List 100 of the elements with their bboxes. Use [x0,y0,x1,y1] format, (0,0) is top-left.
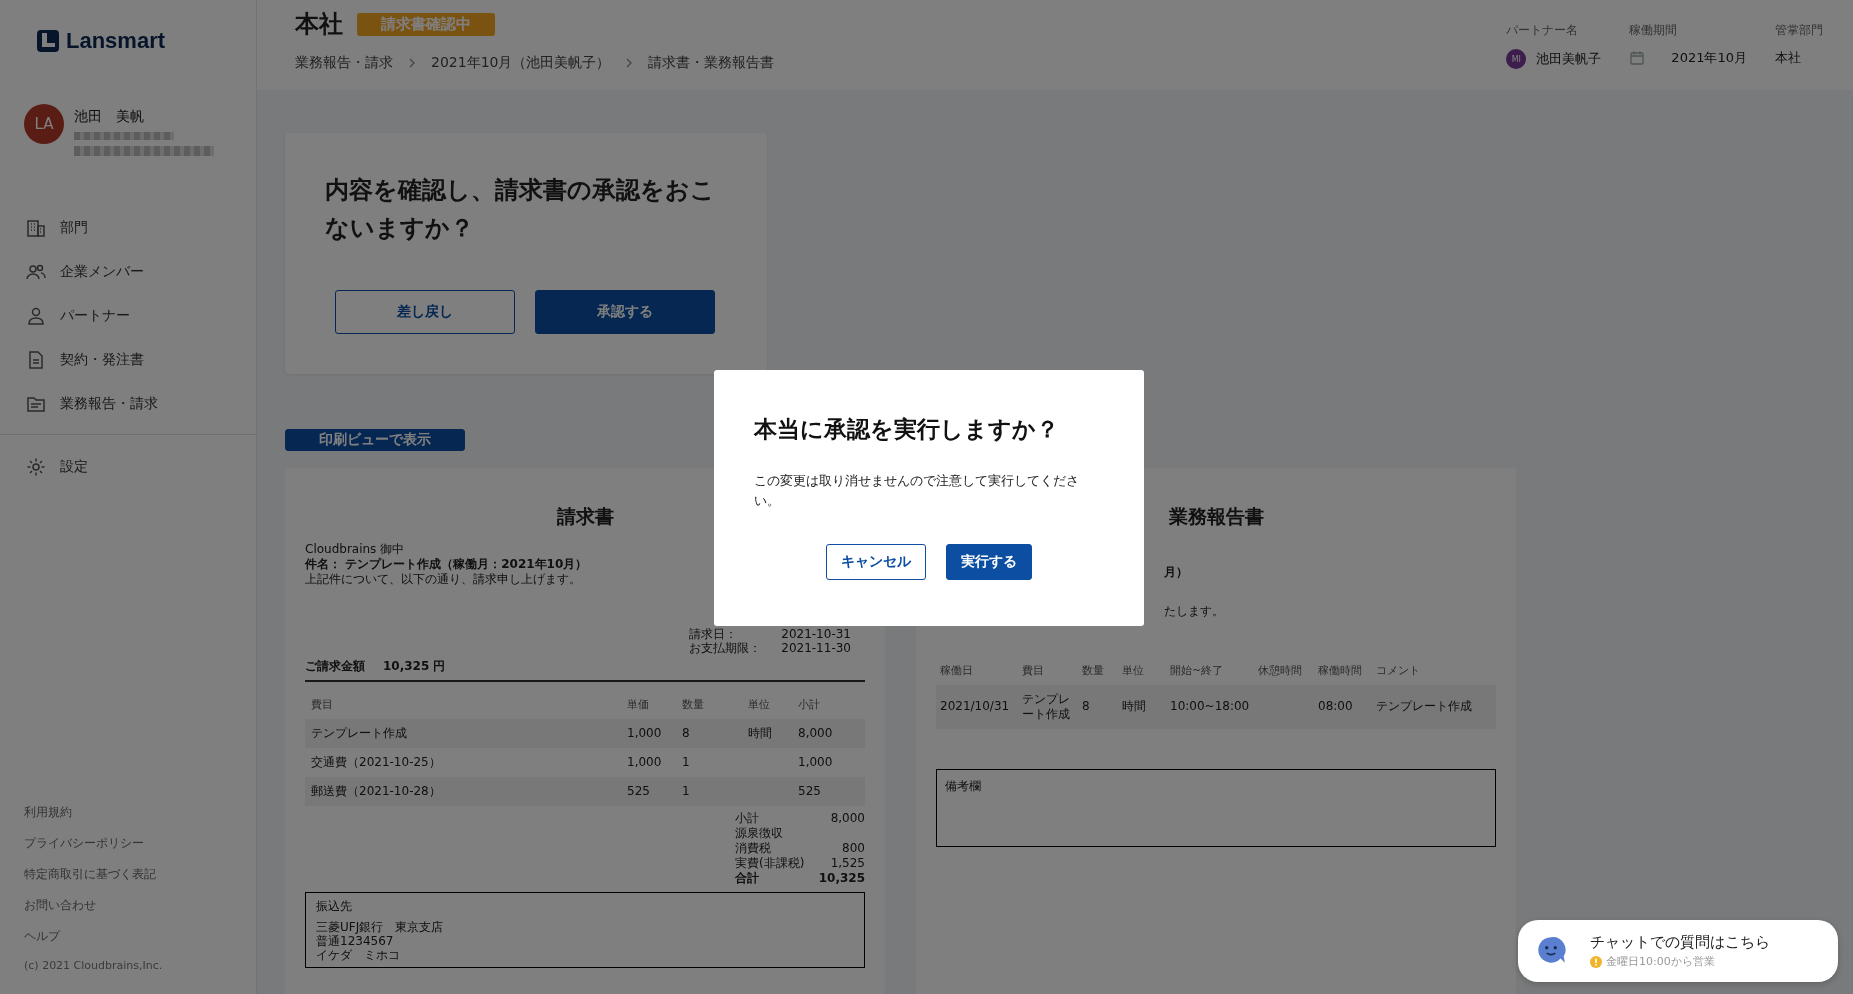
table-cell: 郵送費（2021-10-28） [311,783,441,798]
chat-title: チャットでの質問はこちら [1590,933,1770,952]
table-cell: 1,000 [627,754,662,769]
calendar-icon [1629,50,1646,66]
column-header: 単位 [1121,662,1145,678]
column-header: 数量 [681,696,705,712]
summary-label: 源泉徴収 [735,825,783,841]
user-avatar: LA [24,104,64,144]
approve-button[interactable]: 承認する [535,289,715,334]
table-cell: 8 [1082,699,1090,714]
copyright-text: (c) 2021 Cloudbrains,Inc. [24,959,164,972]
summary-label: 実費(非課税) [735,855,805,871]
meta-label: お支払期限： [689,640,763,655]
meta-value: 2021-10-31 [781,626,851,641]
nav-item[interactable]: 部門 [0,206,256,250]
chat-widget[interactable]: チャットでの質問はこちら 金曜日10:00から営業 [1518,920,1838,982]
notes-label: 備考欄 [945,778,981,793]
people-icon [26,262,46,282]
column-header: 休憩時間 [1257,662,1303,678]
document-title: 請求書 [556,503,614,529]
meta-value: 2021年10月 [1671,49,1747,67]
table-cell: 10:00~18:00 [1170,699,1250,714]
meta-label: 請求日： [689,626,739,641]
partner-avatar: MI [1506,49,1527,69]
bank-line: イケダ ミホコ [316,947,401,962]
person-icon [26,306,46,326]
nav-item[interactable]: パートナー [0,294,256,338]
summary-value: 800 [842,840,865,856]
column-header: 費目 [310,696,334,712]
breadcrumb-link[interactable]: 請求書・業務報告書 [648,54,775,72]
dialog-title: 本当に承認を実行しますか？ [754,415,1060,444]
column-header: コメント [1375,662,1421,678]
table-cell: 525 [798,783,821,798]
footer-link[interactable]: プライバシーポリシー [24,835,232,852]
table-cell: 08:00 [1318,699,1353,714]
column-header: 稼働日 [939,662,974,678]
building-icon [26,218,46,238]
brand-name: Lansmart [66,28,166,54]
print-view-button[interactable]: 印刷ビューで表示 [285,428,465,451]
page-title: 本社 [295,9,343,40]
table-cell: テンプレート作成 [311,725,407,740]
warning-icon [1590,955,1602,968]
table-cell: テンプレート作成 [1376,699,1472,714]
footer-link[interactable]: 特定商取引に基づく表記 [24,866,232,883]
meta-label: 管掌部門 [1775,22,1823,39]
execute-button[interactable]: 実行する [946,544,1032,580]
document-icon [26,350,46,370]
meta-value: 2021-11-30 [781,640,851,655]
chevron-right-icon [407,58,417,68]
column-header: 開始~終了 [1169,662,1225,678]
breadcrumb-link[interactable]: 2021年10月（池田美帆子） [431,54,611,72]
table-cell: 8,000 [798,725,833,740]
column-header: 単価 [626,696,650,712]
nav-item[interactable]: 業務報告・請求 [0,382,256,426]
settings-icon [26,457,46,477]
summary-value: 1,525 [830,855,865,871]
total-amount: 10,325 円 [383,658,446,674]
table-cell: テンプレート作成 [1022,691,1070,721]
summary-label: 小計 [735,810,759,826]
nav-item[interactable]: 企業メンバー [0,250,256,294]
return-button[interactable]: 差し戻し [335,289,515,334]
footer-link[interactable]: お問い合わせ [24,897,232,914]
table-cell: 1,000 [627,725,662,740]
column-header: 稼働時間 [1317,662,1363,678]
column-header: 単位 [747,696,771,712]
intro-text: たします。 [1164,603,1224,618]
bank-line: 普通1234567 [316,933,395,948]
column-header: 費目 [1021,662,1045,678]
table-cell: 8 [682,725,690,740]
nav-item[interactable]: 設定 [0,445,256,489]
document-title: 業務報告書 [1168,503,1264,529]
meta-label: パートナー名 [1506,22,1580,39]
summary-label: 合計 [735,870,759,886]
table-cell: 時間 [748,725,772,740]
table-cell: 1,000 [798,754,833,769]
table-cell: 525 [627,783,650,798]
nav-item[interactable]: 契約・発注書 [0,338,256,382]
breadcrumb-link[interactable]: 業務報告・請求 [295,54,393,72]
folder-icon [26,394,46,414]
footer-link[interactable]: 利用規約 [24,804,232,821]
meta-value: 本社 [1775,49,1801,67]
approval-question: 内容を確認し、請求書の承認をおこないますか？ [325,175,716,245]
dialog-message: この変更は取り消せませんので注意して実行してください。 [754,472,1080,510]
table-cell: 時間 [1122,699,1146,714]
table-cell: 2021/10/31 [940,699,1010,714]
footer-link[interactable]: ヘルプ [24,928,232,945]
cancel-button[interactable]: キャンセル [826,544,926,580]
summary-value: 10,325 [818,870,865,886]
summary-label: 消費税 [735,840,771,856]
bank-title: 振込先 [316,897,353,915]
table-cell: 1 [682,783,690,798]
column-header: 小計 [797,696,821,712]
subject-text: 件名： テンプレート作成（稼働月：2021年10月） [305,556,588,572]
total-label: ご請求金額 [305,658,365,674]
chat-hours: 金曜日10:00から営業 [1606,954,1715,969]
logo-icon [36,29,60,53]
bank-line: 三菱UFJ銀行 東京支店 [316,919,445,934]
meta-value: 池田美帆子 [1536,50,1602,68]
user-name: 池田 美帆 [74,108,145,126]
subject-text: 月） [1164,564,1188,579]
